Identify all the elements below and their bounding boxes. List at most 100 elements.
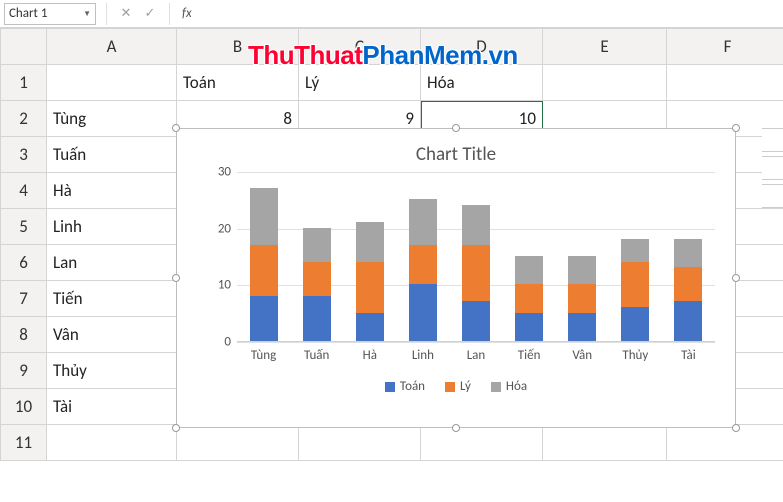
chart-bar-segment[interactable]: [409, 245, 437, 285]
chart-bar-segment[interactable]: [250, 245, 278, 296]
cell-D11[interactable]: [421, 425, 543, 461]
cell-A1[interactable]: [47, 65, 177, 101]
chart-bar[interactable]: [674, 239, 702, 341]
col-header-d[interactable]: D: [421, 29, 543, 65]
chart-bar-segment[interactable]: [462, 205, 490, 245]
cell-A6[interactable]: Lan: [47, 245, 177, 281]
chart-bar-segment[interactable]: [515, 284, 543, 312]
chart-bar-segment[interactable]: [515, 313, 543, 341]
chart-bar[interactable]: [568, 256, 596, 341]
spreadsheet-grid[interactable]: A B C D E F 1 Toán Lý Hóa 2 Tùng 8 9 10 …: [0, 28, 783, 461]
cell-E1[interactable]: [543, 65, 667, 101]
chart-bar-segment[interactable]: [409, 284, 437, 341]
chart-bar-segment[interactable]: [674, 267, 702, 301]
name-box[interactable]: Chart 1 ▼: [4, 3, 96, 25]
chart-bar-segment[interactable]: [462, 245, 490, 302]
chart-bar-segment[interactable]: [674, 301, 702, 341]
resize-handle-br[interactable]: [732, 424, 740, 432]
cell-B1[interactable]: Toán: [177, 65, 299, 101]
chart-bar-segment[interactable]: [303, 262, 331, 296]
chart-bar[interactable]: [303, 228, 331, 341]
cell-A5[interactable]: Linh: [47, 209, 177, 245]
chart-bar-segment[interactable]: [250, 188, 278, 245]
chart-legend-item[interactable]: Lý: [445, 379, 471, 394]
chart-title[interactable]: Chart Title: [177, 129, 735, 172]
col-header-c[interactable]: C: [299, 29, 421, 65]
row-header-6[interactable]: 6: [1, 245, 47, 281]
cell-A10[interactable]: Tài: [47, 389, 177, 425]
col-header-e[interactable]: E: [543, 29, 667, 65]
row-header-4[interactable]: 4: [1, 173, 47, 209]
chart-bar-segment[interactable]: [515, 256, 543, 284]
chart-bar-segment[interactable]: [409, 199, 437, 244]
row-header-2[interactable]: 2: [1, 101, 47, 137]
row-header-3[interactable]: 3: [1, 137, 47, 173]
chart-bar-segment[interactable]: [568, 284, 596, 312]
col-header-a[interactable]: A: [47, 29, 177, 65]
formula-bar-input[interactable]: [200, 3, 779, 25]
select-all-corner[interactable]: [1, 29, 47, 65]
chart-bar[interactable]: [621, 239, 649, 341]
cell-A9[interactable]: Thủy: [47, 353, 177, 389]
col-header-b[interactable]: B: [177, 29, 299, 65]
chart-plot-area[interactable]: 0102030: [237, 172, 715, 342]
col-header-f[interactable]: F: [667, 29, 783, 65]
chart-bar[interactable]: [462, 205, 490, 341]
row-header-5[interactable]: 5: [1, 209, 47, 245]
resize-handle-mr[interactable]: [732, 274, 740, 282]
chart-legend[interactable]: Toán Lý Hóa: [177, 379, 735, 394]
chart-bar-segment[interactable]: [303, 296, 331, 341]
chart-bar-segment[interactable]: [621, 239, 649, 262]
chart-bar[interactable]: [250, 188, 278, 341]
resize-handle-ml[interactable]: [172, 274, 180, 282]
chart-bar-segment[interactable]: [356, 262, 384, 313]
resize-handle-tc[interactable]: [452, 124, 460, 132]
chart-bar-segment[interactable]: [462, 301, 490, 341]
cell-B11[interactable]: [177, 425, 299, 461]
chart-object[interactable]: Chart Title 0102030 TùngTuấnHàLinhLanTiế…: [176, 128, 736, 428]
chart-bar-segment[interactable]: [568, 256, 596, 284]
resize-handle-tl[interactable]: [172, 124, 180, 132]
row-header-10[interactable]: 10: [1, 389, 47, 425]
chart-bar[interactable]: [409, 199, 437, 341]
row-header-7[interactable]: 7: [1, 281, 47, 317]
cell-A3[interactable]: Tuấn: [47, 137, 177, 173]
chart-legend-item[interactable]: Toán: [385, 379, 425, 394]
name-box-dropdown-icon[interactable]: ▼: [83, 9, 91, 19]
row-header-9[interactable]: 9: [1, 353, 47, 389]
cell-D1[interactable]: Hóa: [421, 65, 543, 101]
chart-bar-segment[interactable]: [356, 313, 384, 341]
cell-A4[interactable]: Hà: [47, 173, 177, 209]
chart-bar-segment[interactable]: [568, 313, 596, 341]
fx-icon[interactable]: fx: [180, 6, 194, 21]
cell-C11[interactable]: [299, 425, 421, 461]
chart-bar-segment[interactable]: [356, 222, 384, 262]
chart-filters-button[interactable]: [762, 184, 783, 208]
chart-bar-segment[interactable]: [303, 228, 331, 262]
cell-A7[interactable]: Tiến: [47, 281, 177, 317]
chart-legend-item[interactable]: Hóa: [491, 379, 527, 394]
cell-F11[interactable]: [667, 425, 783, 461]
chart-x-tick: Thủy: [621, 348, 649, 363]
row-header-1[interactable]: 1: [1, 65, 47, 101]
chart-bar-segment[interactable]: [250, 296, 278, 341]
chart-bar-segment[interactable]: [674, 239, 702, 267]
row-header-11[interactable]: 11: [1, 425, 47, 461]
cell-A11[interactable]: [47, 425, 177, 461]
cell-A8[interactable]: Vân: [47, 317, 177, 353]
cell-F1[interactable]: [667, 65, 783, 101]
chart-bar[interactable]: [356, 222, 384, 341]
chart-elements-button[interactable]: [762, 128, 783, 152]
chart-bar[interactable]: [515, 256, 543, 341]
cell-E11[interactable]: [543, 425, 667, 461]
cell-A2[interactable]: Tùng: [47, 101, 177, 137]
row-header-8[interactable]: 8: [1, 317, 47, 353]
resize-handle-bl[interactable]: [172, 424, 180, 432]
chart-y-tick: 20: [203, 221, 231, 236]
chart-styles-button[interactable]: [762, 156, 783, 180]
chart-bar-segment[interactable]: [621, 307, 649, 341]
chart-bar-segment[interactable]: [621, 262, 649, 307]
cell-C1[interactable]: Lý: [299, 65, 421, 101]
resize-handle-tr[interactable]: [732, 124, 740, 132]
resize-handle-bc[interactable]: [452, 424, 460, 432]
